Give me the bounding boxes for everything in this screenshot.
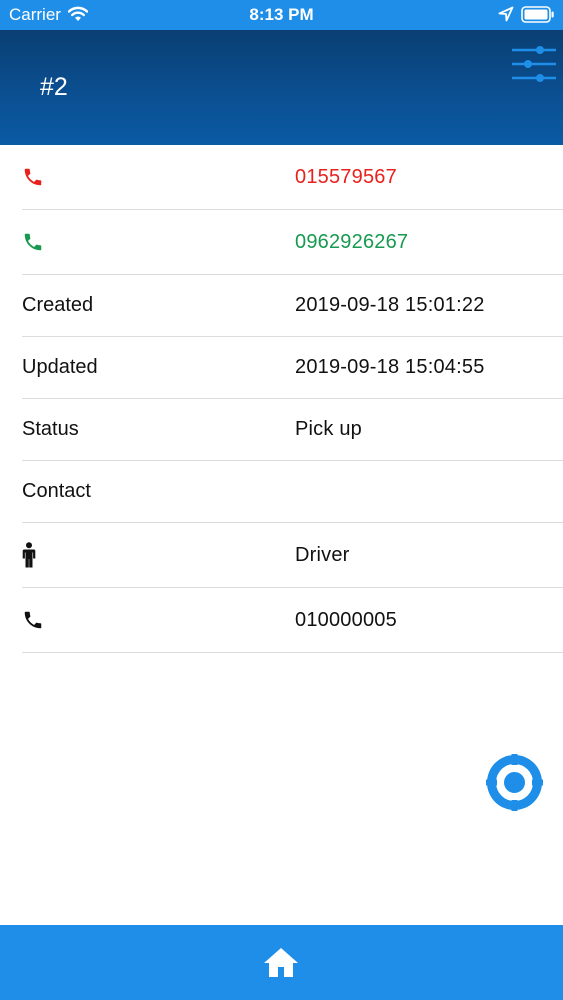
phone-icon	[22, 145, 44, 209]
updated-label: Updated	[22, 356, 98, 378]
status-time: 8:13 PM	[249, 5, 314, 24]
crosshair-icon	[486, 754, 543, 811]
battery-icon	[521, 6, 555, 28]
phone-row-2[interactable]: 0962926267	[22, 210, 563, 275]
home-icon	[264, 948, 298, 977]
created-label: Created	[22, 294, 94, 316]
page-title: #2	[40, 73, 68, 101]
bottom-tab-bar	[0, 925, 563, 1000]
phone-value-1[interactable]: 015579567	[295, 145, 397, 209]
created-row: Created 2019-09-18 15:01:22	[22, 275, 563, 337]
phone-value-2[interactable]: 0962926267	[295, 210, 408, 274]
created-value: 2019-09-18 15:01:22	[295, 294, 485, 316]
header-bar: #2	[0, 30, 563, 145]
detail-list: 015579567 0962926267 Created 2019-09-18 …	[22, 145, 563, 653]
filter-button[interactable]	[510, 44, 558, 84]
status-value: Pick up	[295, 418, 362, 440]
location-arrow-icon	[498, 6, 514, 27]
phone-icon	[22, 210, 44, 274]
sliders-icon	[512, 46, 556, 82]
status-row: Status Pick up	[22, 399, 563, 461]
phone-row-1[interactable]: 015579567	[22, 145, 563, 210]
person-row: Driver	[22, 523, 563, 588]
person-icon	[22, 523, 36, 587]
phone-icon	[22, 588, 44, 652]
updated-value: 2019-09-18 15:04:55	[295, 356, 485, 378]
updated-row: Updated 2019-09-18 15:04:55	[22, 337, 563, 399]
home-button[interactable]	[263, 947, 299, 979]
person-phone-row[interactable]: 010000005	[22, 588, 563, 653]
status-label: Status	[22, 418, 79, 440]
contact-row: Contact	[22, 461, 563, 523]
person-value: Driver	[295, 543, 350, 566]
locate-button[interactable]	[486, 754, 543, 811]
person-phone-value[interactable]: 010000005	[295, 588, 397, 652]
contact-label: Contact	[22, 480, 91, 502]
status-bar: Carrier 8:13 PM	[0, 0, 563, 30]
